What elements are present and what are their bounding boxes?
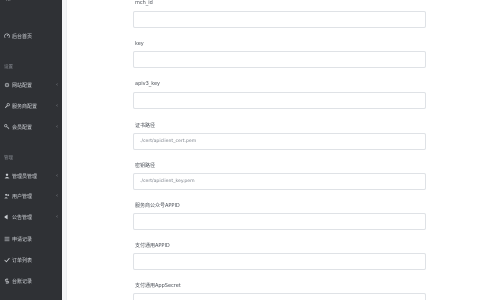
sidebar-item-label: 台账记录: [12, 278, 33, 285]
sidebar-item-label: 申请记录: [12, 236, 33, 243]
dollar-icon: [4, 278, 10, 284]
field-label-apiv3-key: apiv3_key: [135, 81, 161, 87]
user-icon: [4, 173, 10, 179]
sidebar-item-ledger-records[interactable]: 台账记录: [0, 275, 62, 287]
section-title-manage: 管理: [4, 156, 13, 161]
check-icon: [4, 257, 10, 263]
sidebar-item-order-list[interactable]: 订单列表: [0, 254, 62, 266]
sidebar-item-site-config[interactable]: 网站配置 ‹: [0, 79, 62, 91]
sidebar-item-label: 订单列表: [12, 257, 33, 264]
sidebar-item-member-config[interactable]: 会员配置 ‹: [0, 121, 62, 133]
apiv3-key-input[interactable]: [133, 92, 426, 109]
key-input[interactable]: [133, 51, 426, 68]
pay-appid-input[interactable]: [133, 253, 426, 270]
chevron-left-icon: ‹: [56, 82, 58, 88]
field-label-provider-appid: 服务商公众号APPID: [135, 203, 180, 209]
sidebar: ... 后台首页 设置 网站配置 ‹ 服务商配置 ‹ 会员配置 ‹ 管理 管理员…: [0, 0, 62, 300]
chevron-left-icon: ‹: [56, 124, 58, 130]
bullhorn-icon: [4, 214, 10, 220]
sidebar-item-label: 网站配置: [12, 82, 33, 89]
chevron-left-icon: ‹: [56, 103, 58, 109]
field-label-pay-appsecret: 支付通用AppSecret: [135, 283, 181, 289]
sidebar-item-apply-records[interactable]: 申请记录: [0, 233, 62, 245]
section-title-settings: 设置: [4, 65, 13, 70]
sidebar-item-label: 管理员管理: [12, 173, 38, 180]
settings-icon: [4, 82, 10, 88]
field-label-mch-id: mch_id: [135, 0, 153, 6]
list-icon: [4, 236, 10, 242]
sidebar-item-admin-manage[interactable]: 管理员管理 ‹: [0, 170, 62, 182]
mch-id-input[interactable]: [133, 11, 426, 28]
dashboard-icon: [4, 33, 10, 39]
sidebar-item-user-manage[interactable]: 用户管理 ‹: [0, 190, 62, 202]
sidebar-item-dashboard[interactable]: 后台首页: [0, 30, 62, 42]
brand-title: ...: [6, 0, 11, 3]
users-icon: [4, 193, 10, 199]
provider-appid-input[interactable]: [133, 213, 426, 230]
chevron-left-icon: ‹: [56, 214, 58, 220]
sidebar-item-label: 后台首页: [12, 33, 33, 40]
sidebar-item-label: 会员配置: [12, 124, 33, 131]
sidebar-item-label: 服务商配置: [12, 103, 38, 110]
field-label-key-path: 密钥路径: [135, 163, 156, 169]
key-icon: [4, 124, 10, 130]
sidebar-item-provider-config[interactable]: 服务商配置 ‹: [0, 100, 62, 112]
chevron-left-icon: ‹: [56, 173, 58, 179]
cert-path-input[interactable]: ./cert/apiclient_cert.pem: [133, 133, 426, 150]
field-label-cert-path: 证书路径: [135, 123, 156, 129]
wrench-icon: [4, 103, 10, 109]
chevron-left-icon: ‹: [56, 193, 58, 199]
field-label-pay-appid: 支付通用APPID: [135, 243, 170, 249]
sidebar-item-notice-manage[interactable]: 公告管理 ‹: [0, 211, 62, 223]
field-label-key: key: [135, 41, 144, 47]
sidebar-item-label: 公告管理: [12, 214, 33, 221]
key-path-input[interactable]: ./cert/apiclient_key.pem: [133, 173, 426, 190]
sidebar-item-label: 用户管理: [12, 193, 33, 200]
pay-appsecret-input[interactable]: [133, 293, 426, 300]
